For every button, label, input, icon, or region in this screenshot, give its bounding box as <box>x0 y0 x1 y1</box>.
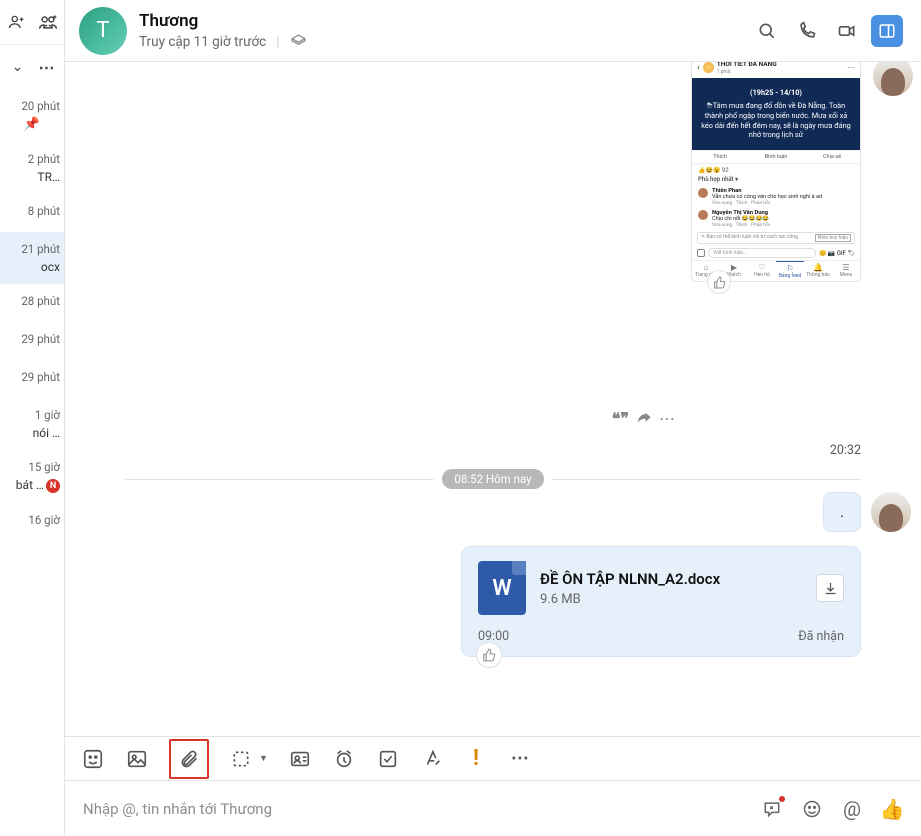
conversation-item[interactable]: 2 phútTR… <box>0 142 64 194</box>
page-subtitle: 1 phút <box>717 69 731 75</box>
conversation-item[interactable]: 8 phút <box>0 194 64 232</box>
more-compose-icon[interactable]: ⋯ <box>508 747 532 771</box>
conversation-list: 20 phút📌2 phútTR…8 phút21 phútocx28 phút… <box>0 89 64 836</box>
reminder-icon[interactable] <box>332 747 356 771</box>
conversation-item[interactable]: 16 giờ <box>0 503 64 541</box>
received-image-message[interactable]: ‹ THỜI TIẾT ĐÀ NẴNG 1 phút ⋯ (19h25 - 14… <box>691 62 861 282</box>
last-seen: Truy cập 11 giờ trước <box>139 34 266 50</box>
page-logo <box>703 62 714 73</box>
sender-avatar[interactable] <box>873 62 913 96</box>
message-input[interactable] <box>83 800 761 818</box>
page-title: THỜI TIẾT ĐÀ NẴNG <box>717 62 777 68</box>
conversation-item[interactable]: 20 phút📌 <box>0 89 64 142</box>
conversation-item[interactable]: 15 giờbát …N <box>0 450 64 503</box>
comment-action: Bình luận <box>748 151 804 163</box>
divider-label: 08:52 Hôm nay <box>442 469 543 489</box>
file-size: 9.6 MB <box>540 592 802 607</box>
video-call-icon[interactable] <box>831 15 863 47</box>
format-icon[interactable] <box>420 747 444 771</box>
task-icon[interactable] <box>376 747 400 771</box>
own-text-message[interactable]: . <box>823 492 861 532</box>
mention-icon[interactable]: @ <box>841 798 863 820</box>
own-file-message[interactable]: W ĐỀ ÔN TẬP NLNN_A2.docx 9.6 MB 09:00 Đã… <box>461 546 861 657</box>
call-icon[interactable] <box>791 15 823 47</box>
back-icon: ‹ <box>697 63 700 73</box>
send-like-button[interactable]: 👍 <box>881 798 903 820</box>
post-actions: Thích Bình luận Chia sẻ <box>692 150 860 164</box>
message-hover-toolbar: ❝❞ ⋯ <box>604 405 683 432</box>
filter-chevron-icon[interactable]: ⌄ <box>6 53 29 81</box>
file-status: Đã nhận <box>798 629 844 644</box>
chat-header: T Thương Truy cập 11 giờ trước | <box>65 0 921 62</box>
sidebar-controls: ⌄ ⋯ <box>0 45 64 89</box>
pin-icon: 📌 <box>4 117 60 132</box>
screenshot-dropdown-caret[interactable]: ▼ <box>259 753 268 764</box>
contact-name: Thương <box>139 11 751 31</box>
comment-input: Viết bình luận… <box>708 248 816 258</box>
post-body: (19h25 - 14/10) ⛈Tâm mưa đang đổ dồn về … <box>692 78 860 150</box>
attach-file-button[interactable] <box>169 739 209 779</box>
chat-body: ‹ THỜI TIẾT ĐÀ NẴNG 1 phút ⋯ (19h25 - 14… <box>65 62 921 736</box>
conversation-item[interactable]: 28 phút <box>0 284 64 322</box>
react-button[interactable] <box>707 270 731 294</box>
card-more-icon: ⋯ <box>847 63 855 72</box>
download-button[interactable] <box>816 574 844 602</box>
compose-actions: @ 👍 <box>761 798 903 820</box>
emoji-icon[interactable] <box>801 798 823 820</box>
share-action: Chia sẻ <box>804 151 860 163</box>
search-icon[interactable] <box>751 15 783 47</box>
quote-icon[interactable]: ❝❞ <box>612 409 629 428</box>
contact-status: Truy cập 11 giờ trước | <box>139 33 751 50</box>
compose-toolbar: ▼ ! ⋯ <box>65 736 921 780</box>
camera-mini-icon <box>697 249 705 257</box>
tag-icon[interactable] <box>290 33 307 50</box>
header-info: Thương Truy cập 11 giờ trước | <box>139 11 751 50</box>
conversation-item[interactable]: 29 phút <box>0 322 64 360</box>
file-type-icon: W <box>478 561 526 615</box>
priority-icon[interactable]: ! <box>464 747 488 771</box>
file-time: 09:00 <box>478 629 509 644</box>
main: T Thương Truy cập 11 giờ trước | <box>65 0 921 836</box>
message-bubble: . <box>823 492 861 532</box>
conversation-item[interactable]: 29 phút <box>0 360 64 398</box>
create-group-icon[interactable] <box>35 8 60 36</box>
avatar[interactable]: T <box>79 7 127 55</box>
image-card: ‹ THỜI TIẾT ĐÀ NẴNG 1 phút ⋯ (19h25 - 14… <box>691 62 861 282</box>
more-icon[interactable]: ⋯ <box>35 53 58 81</box>
header-actions <box>751 15 903 47</box>
panel-toggle-icon[interactable] <box>871 15 903 47</box>
like-action: Thích <box>692 151 748 163</box>
more-actions-icon[interactable]: ⋯ <box>659 409 675 428</box>
date-divider: 08:52 Hôm nay <box>125 469 861 489</box>
forward-icon[interactable] <box>635 409 653 428</box>
own-avatar[interactable] <box>871 492 911 532</box>
sticker-icon[interactable] <box>81 747 105 771</box>
screenshot-icon[interactable] <box>229 747 253 771</box>
image-icon[interactable] <box>125 747 149 771</box>
sidebar-top <box>0 0 64 45</box>
contact-card-icon[interactable] <box>288 747 312 771</box>
conversation-item[interactable]: 1 giờnói … <box>0 398 64 450</box>
compose-input-row: @ 👍 <box>65 780 921 836</box>
sidebar: ⌄ ⋯ 20 phút📌2 phútTR…8 phút21 phútocx28 … <box>0 0 65 836</box>
quick-reply-icon[interactable] <box>761 798 783 820</box>
file-react-button[interactable] <box>476 642 502 668</box>
conversation-item[interactable]: 21 phútocx <box>0 232 64 284</box>
reactions-row: 👍😆😮 92 Phù hợp nhất ▾ <box>692 164 860 186</box>
file-name: ĐỀ ÔN TẬP NLNN_A2.docx <box>540 570 802 588</box>
image-msg-time: 20:32 <box>830 443 861 458</box>
add-friend-icon[interactable] <box>4 8 29 36</box>
